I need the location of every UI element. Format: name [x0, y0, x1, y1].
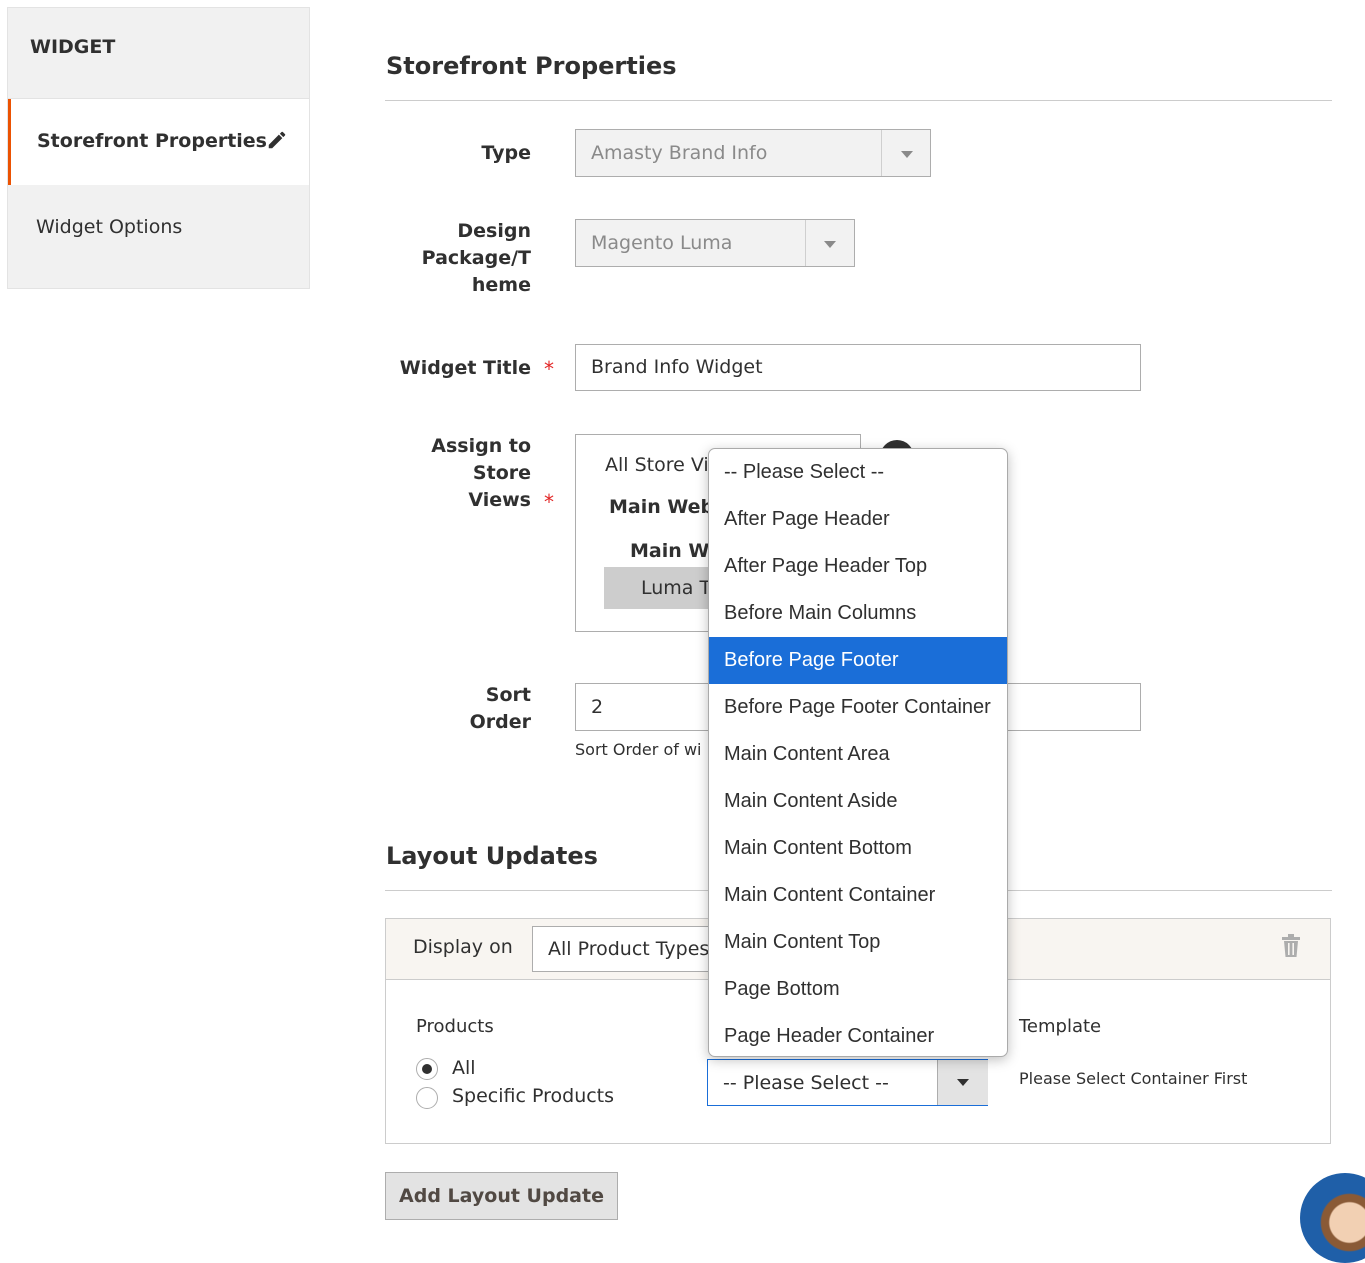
sidebar-item-label: Storefront Properties — [37, 130, 267, 152]
dropdown-option[interactable]: After Page Header Top — [709, 543, 1007, 590]
radio-all-label: All — [452, 1057, 476, 1079]
select-divider — [881, 130, 882, 176]
dropdown-option[interactable]: Page Bottom — [709, 966, 1007, 1013]
required-asterisk: * — [544, 490, 554, 514]
pencil-icon — [268, 131, 286, 149]
add-layout-update-button[interactable]: Add Layout Update — [385, 1172, 618, 1220]
chevron-down-icon — [824, 241, 836, 248]
sidebar-header: WIDGET — [7, 7, 310, 99]
chevron-down-icon — [957, 1079, 969, 1086]
widget-title-input[interactable]: Brand Info Widget — [575, 344, 1141, 391]
required-asterisk: * — [544, 357, 554, 381]
label-line: Store — [472, 462, 531, 484]
section-divider — [385, 100, 1332, 101]
container-select[interactable]: -- Please Select -- — [707, 1059, 988, 1106]
label-line: Assign to — [431, 435, 531, 457]
section-title-layout: Layout Updates — [386, 842, 598, 870]
label-line: Order — [469, 711, 531, 733]
dropdown-option[interactable]: Main Content Top — [709, 919, 1007, 966]
label-line: Package/T — [421, 247, 531, 269]
container-dropdown-list[interactable]: -- Please Select -- After Page Header Af… — [708, 448, 1008, 1057]
label-line: heme — [471, 274, 531, 296]
sidebar-item-storefront-properties[interactable]: Storefront Properties — [8, 99, 309, 185]
template-label: Template — [1019, 1016, 1102, 1037]
store-view-group-store: Main W — [630, 540, 710, 562]
display-on-value: All Product Types — [548, 938, 710, 960]
label-line: Design — [457, 220, 531, 242]
select-divider — [805, 220, 806, 266]
type-select-value: Amasty Brand Info — [591, 142, 768, 164]
dropdown-option[interactable]: Main Content Container — [709, 872, 1007, 919]
widget-title-label: Widget Title — [399, 357, 531, 379]
store-view-option-label: Luma T — [641, 577, 712, 599]
sort-order-label: Sort Order — [331, 682, 531, 736]
widget-title-value: Brand Info Widget — [591, 356, 763, 378]
chevron-down-icon — [901, 151, 913, 158]
radio-specific-label: Specific Products — [452, 1085, 615, 1107]
template-note: Please Select Container First — [1019, 1069, 1248, 1088]
sort-order-note: Sort Order of wi — [575, 740, 702, 759]
label-line: Sort — [485, 684, 531, 706]
dropdown-option[interactable]: Before Page Footer Container — [709, 684, 1007, 731]
sidebar-title: WIDGET — [30, 36, 116, 58]
type-label: Type — [481, 142, 531, 164]
sort-order-value: 2 — [591, 696, 604, 718]
dropdown-option[interactable]: Main Content Aside — [709, 778, 1007, 825]
design-theme-label: Design Package/T heme — [331, 218, 531, 299]
type-select: Amasty Brand Info — [575, 129, 931, 177]
label-line: Views — [468, 489, 531, 511]
store-views-label: Assign to Store Views — [331, 433, 531, 514]
sidebar-item-label: Widget Options — [36, 216, 183, 238]
dropdown-option[interactable]: After Page Header — [709, 496, 1007, 543]
dropdown-option-selected[interactable]: Before Page Footer — [709, 637, 1007, 684]
container-select-value: -- Please Select -- — [723, 1072, 889, 1094]
radio-all-products[interactable] — [416, 1058, 438, 1080]
sidebar-nav: Storefront Properties Widget Options — [7, 99, 310, 289]
dropdown-option[interactable]: Main Content Bottom — [709, 825, 1007, 872]
design-theme-select: Magento Luma — [575, 219, 855, 267]
sidebar-item-widget-options[interactable]: Widget Options — [8, 185, 309, 271]
dropdown-option[interactable]: Before Main Columns — [709, 590, 1007, 637]
trash-icon[interactable] — [1281, 934, 1301, 958]
avatar[interactable] — [1300, 1173, 1365, 1263]
design-theme-value: Magento Luma — [591, 232, 733, 254]
dropdown-option[interactable]: Main Content Area — [709, 731, 1007, 778]
section-title-storefront: Storefront Properties — [386, 52, 677, 80]
select-toggle[interactable] — [937, 1060, 988, 1105]
products-label: Products — [416, 1016, 494, 1037]
dropdown-option[interactable]: -- Please Select -- — [709, 449, 1007, 496]
store-view-group-website: Main Web — [609, 496, 715, 518]
dropdown-option[interactable]: Page Header Container — [709, 1013, 1007, 1056]
radio-specific-products[interactable] — [416, 1087, 438, 1109]
display-on-label: Display on — [413, 936, 513, 958]
store-view-option-all[interactable]: All Store Vi — [605, 454, 709, 476]
